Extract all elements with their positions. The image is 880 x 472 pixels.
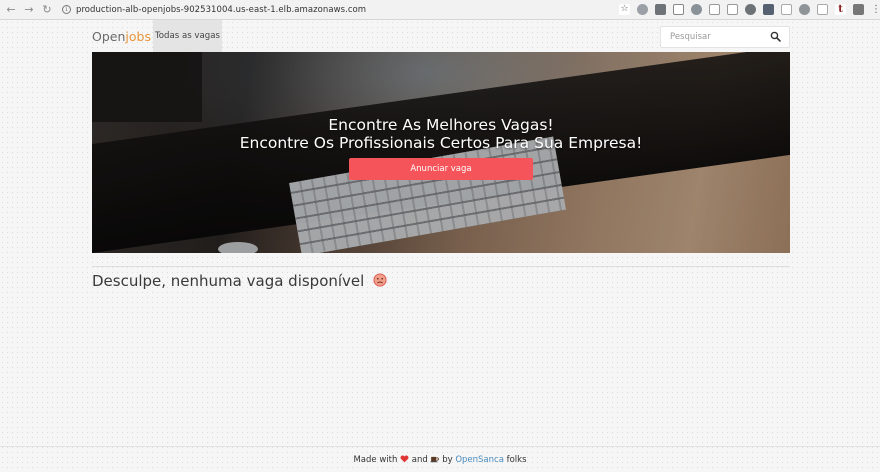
footer-and: and	[411, 455, 428, 465]
opensanca-link[interactable]: OpenSanca	[455, 455, 504, 465]
extension-icon[interactable]	[637, 4, 648, 15]
reload-icon[interactable]: ↻	[40, 3, 54, 17]
site-navbar: Openjobs Todas as vagas	[92, 20, 790, 52]
brand-jobs: jobs	[125, 29, 151, 44]
hero-line-2: Encontre Os Profissionais Certos Para Su…	[239, 134, 643, 152]
extension-icon[interactable]	[781, 4, 792, 15]
divider	[92, 266, 790, 267]
hero-overlay	[92, 52, 790, 253]
extension-icon[interactable]	[799, 4, 810, 15]
empty-state-message: Desculpe, nenhuma vaga disponível	[92, 272, 387, 290]
extension-icon[interactable]	[745, 4, 756, 15]
hero-banner: Encontre As Melhores Vagas! Encontre Os …	[92, 52, 790, 253]
pocket-icon[interactable]	[655, 4, 666, 15]
address-bar[interactable]: i production-alb-openjobs-902531004.us-e…	[62, 2, 366, 18]
menu-icon[interactable]: ⋮	[871, 4, 880, 15]
back-icon[interactable]: ←	[4, 3, 18, 17]
extension-icon[interactable]	[853, 4, 864, 15]
footer: Made with and by OpenSanca folks	[0, 454, 880, 465]
sad-face-icon	[373, 273, 387, 287]
info-icon[interactable]: i	[62, 5, 71, 14]
bookmark-star-icon[interactable]: ☆	[619, 4, 630, 15]
extension-icon[interactable]	[673, 4, 684, 15]
url-text[interactable]: production-alb-openjobs-902531004.us-eas…	[76, 5, 366, 15]
mail-icon[interactable]	[817, 4, 828, 15]
coffee-icon	[431, 456, 440, 463]
browser-toolbar: ← → ↻ i production-alb-openjobs-90253100…	[0, 0, 880, 20]
search-input[interactable]	[661, 27, 769, 47]
brand-logo[interactable]: Openjobs	[92, 29, 151, 44]
tab-all-jobs[interactable]: Todas as vagas	[153, 20, 222, 52]
readability-icon[interactable]: t	[835, 4, 846, 15]
heart-icon	[400, 455, 409, 463]
hero-line-1: Encontre As Melhores Vagas!	[328, 116, 554, 134]
footer-by: by	[442, 455, 453, 465]
footer-divider	[0, 446, 880, 447]
footer-made-with: Made with	[353, 455, 398, 465]
extension-icon[interactable]	[727, 4, 738, 15]
brand-open: Open	[92, 29, 126, 44]
search-box	[660, 26, 790, 48]
footer-folks: folks	[506, 455, 527, 465]
post-job-button[interactable]: Anunciar vaga	[349, 158, 533, 180]
search-icon[interactable]	[770, 31, 781, 42]
extension-icon[interactable]	[709, 4, 720, 15]
extension-icons: ☆ t ⋮	[619, 4, 880, 15]
extension-icon[interactable]	[763, 4, 774, 15]
extension-icon[interactable]	[691, 4, 702, 15]
empty-state-text: Desculpe, nenhuma vaga disponível	[92, 272, 365, 290]
forward-icon[interactable]: →	[22, 3, 36, 17]
hero-heading: Encontre As Melhores Vagas! Encontre Os …	[92, 116, 790, 152]
